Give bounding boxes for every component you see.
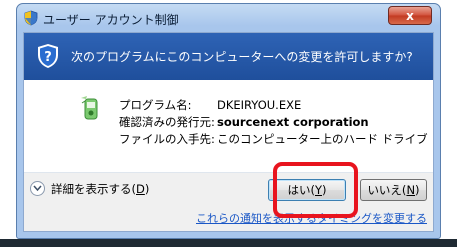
publisher-label: 確認済みの発行元:: [119, 115, 215, 129]
file-origin-label: ファイルの入手先:: [119, 132, 215, 146]
prompt-message: 次のプログラムにこのコンピューターへの変更を許可しますか?: [71, 50, 413, 64]
dialog-client-area: ? 次のプログラムにこのコンピューターへの変更を許可しますか? プログラム名: D…: [23, 32, 434, 232]
button-area: 詳細を表示する(D) はい(Y) いいえ(N) これらの通知を表示するタイミング…: [24, 173, 433, 231]
program-icon: [81, 96, 98, 120]
svg-text:?: ?: [44, 50, 52, 65]
show-details-text: 詳細を表示する(: [51, 182, 136, 196]
close-button[interactable]: x: [388, 6, 432, 25]
no-close: ): [415, 183, 420, 197]
show-details-link[interactable]: 詳細を表示する(D): [51, 181, 149, 197]
no-button[interactable]: いいえ(N): [360, 179, 427, 201]
program-name-value: DKEIRYOU.EXE: [217, 98, 302, 112]
file-origin-row: ファイルの入手先: このコンピューター上のハード ドライブ: [119, 131, 428, 147]
background-strip: [0, 239, 457, 247]
publisher-row: 確認済みの発行元: sourcenext corporation: [119, 114, 369, 130]
program-name-row: プログラム名: DKEIRYOU.EXE: [119, 97, 301, 113]
no-text: いいえ(: [367, 183, 407, 197]
highlight-annotation: [273, 162, 358, 218]
uac-dialog: ユーザー アカウント制御 x ? 次のプログラムにこのコンピューターへの変更を許…: [16, 3, 441, 239]
show-details-accesskey: D: [136, 182, 145, 196]
no-accesskey: N: [406, 183, 416, 197]
expand-details-toggle[interactable]: [30, 181, 45, 196]
close-icon: x: [406, 9, 414, 23]
question-shield-icon: ?: [38, 44, 58, 68]
chevron-down-icon: [33, 185, 42, 192]
shield-icon: [24, 10, 38, 26]
program-name-label: プログラム名:: [119, 98, 192, 112]
show-details-close: ): [144, 182, 150, 196]
publisher-value: sourcenext corporation: [217, 115, 369, 129]
prompt-header: ? 次のプログラムにこのコンピューターへの変更を許可しますか?: [24, 33, 433, 80]
file-origin-value: このコンピューター上のハード ドライブ: [217, 132, 428, 146]
title-bar: ユーザー アカウント制御 x: [17, 4, 440, 32]
program-details: プログラム名: DKEIRYOU.EXE 確認済みの発行元: sourcenext …: [24, 80, 433, 172]
window-title: ユーザー アカウント制御: [43, 13, 179, 27]
